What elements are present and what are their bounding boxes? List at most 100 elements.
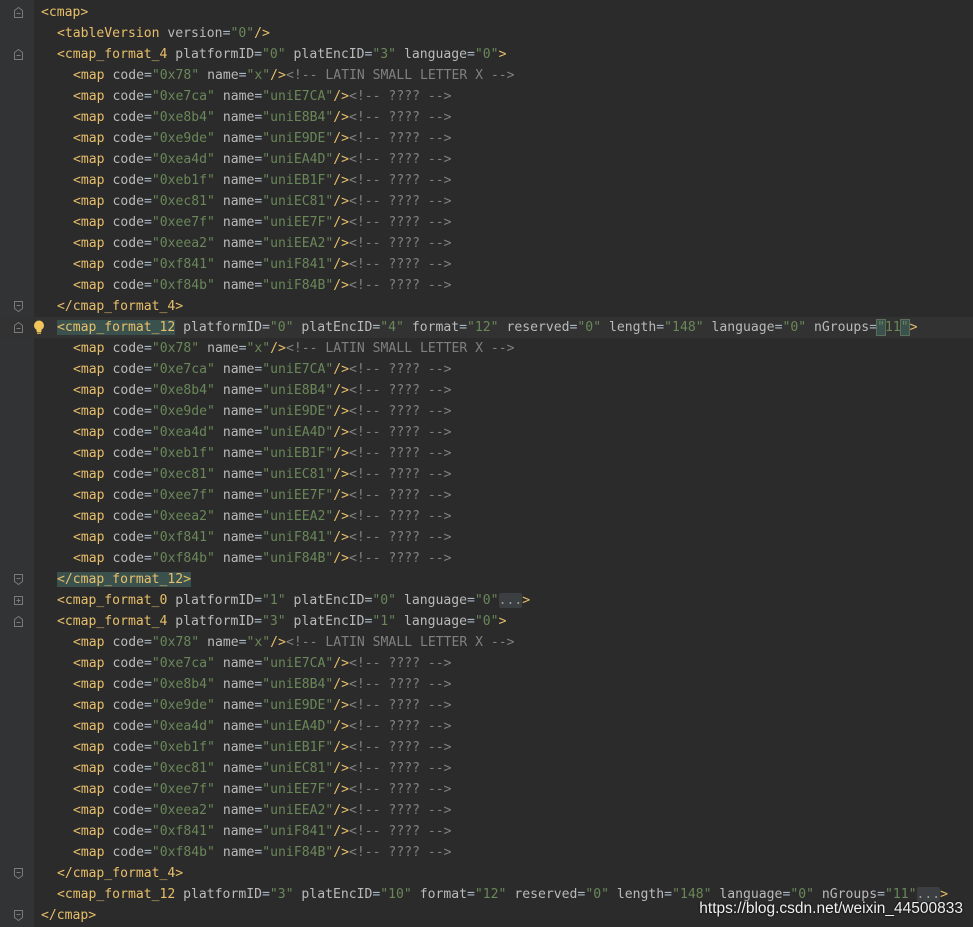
map-line[interactable]: <map code="0x78" name="x"/><!-- LATIN SM…: [0, 632, 973, 653]
fold-minus-icon[interactable]: [14, 7, 23, 18]
code-text[interactable]: <map code="0xe7ca" name="uniE7CA"/><!-- …: [73, 359, 452, 380]
map-line[interactable]: <map code="0xec81" name="uniEC81"/><!-- …: [0, 191, 973, 212]
code-text[interactable]: <cmap_format_4 platformID="0" platEncID=…: [57, 44, 506, 65]
code-text[interactable]: <map code="0xeea2" name="uniEEA2"/><!-- …: [73, 506, 452, 527]
map-line[interactable]: <map code="0xf84b" name="uniF84B"/><!-- …: [0, 275, 973, 296]
map-line[interactable]: <map code="0x78" name="x"/><!-- LATIN SM…: [0, 338, 973, 359]
fold-end-icon[interactable]: [14, 301, 23, 312]
code-text[interactable]: <cmap_format_0 platformID="1" platEncID=…: [57, 590, 530, 611]
map-line[interactable]: <map code="0xeb1f" name="uniEB1F"/><!-- …: [0, 170, 973, 191]
attribute-value: "1": [372, 614, 397, 629]
map-line[interactable]: <map code="0xea4d" name="uniEA4D"/><!-- …: [0, 149, 973, 170]
code-text[interactable]: <map code="0xe8b4" name="uniE8B4"/><!-- …: [73, 674, 452, 695]
code-text[interactable]: <map code="0xea4d" name="uniEA4D"/><!-- …: [73, 716, 452, 737]
code-text[interactable]: <map code="0xe9de" name="uniE9DE"/><!-- …: [73, 128, 452, 149]
code-text[interactable]: <map code="0xec81" name="uniEC81"/><!-- …: [73, 191, 452, 212]
fold-minus-icon[interactable]: [14, 322, 23, 333]
code-text[interactable]: </cmap_format_12>: [57, 569, 192, 590]
map-line[interactable]: <map code="0x78" name="x"/><!-- LATIN SM…: [0, 65, 973, 86]
code-text[interactable]: <map code="0xeea2" name="uniEEA2"/><!-- …: [73, 800, 452, 821]
code-text[interactable]: <map code="0xeb1f" name="uniEB1F"/><!-- …: [73, 170, 452, 191]
code-text[interactable]: <map code="0xf841" name="uniF841"/><!-- …: [73, 527, 452, 548]
map-line[interactable]: <map code="0xe7ca" name="uniE7CA"/><!-- …: [0, 653, 973, 674]
subtable-open-line[interactable]: <cmap_format_4 platformID="0" platEncID=…: [0, 44, 973, 65]
subtable-close-line[interactable]: </cmap_format_4>: [0, 296, 973, 317]
code-text[interactable]: <cmap>: [41, 2, 88, 23]
subtable-open-line[interactable]: <cmap_format_4 platformID="3" platEncID=…: [0, 611, 973, 632]
map-line[interactable]: <map code="0xe8b4" name="uniE8B4"/><!-- …: [0, 380, 973, 401]
code-text[interactable]: </cmap_format_4>: [57, 863, 183, 884]
fold-minus-icon[interactable]: [14, 616, 23, 627]
lightbulb-icon[interactable]: [33, 320, 45, 335]
map-line[interactable]: <map code="0xee7f" name="uniEE7F"/><!-- …: [0, 485, 973, 506]
code-text[interactable]: <map code="0xee7f" name="uniEE7F"/><!-- …: [73, 779, 452, 800]
fold-end-icon[interactable]: [14, 910, 23, 921]
code-text[interactable]: <map code="0xe9de" name="uniE9DE"/><!-- …: [73, 695, 452, 716]
code-text[interactable]: <map code="0xe8b4" name="uniE8B4"/><!-- …: [73, 380, 452, 401]
map-line[interactable]: <map code="0xe8b4" name="uniE8B4"/><!-- …: [0, 107, 973, 128]
code-text[interactable]: <map code="0xeb1f" name="uniEB1F"/><!-- …: [73, 737, 452, 758]
map-line[interactable]: <map code="0xf84b" name="uniF84B"/><!-- …: [0, 548, 973, 569]
attribute-name: name: [222, 488, 255, 503]
map-line[interactable]: <map code="0xe9de" name="uniE9DE"/><!-- …: [0, 695, 973, 716]
code-text[interactable]: <map code="0xf84b" name="uniF84B"/><!-- …: [73, 548, 452, 569]
map-line[interactable]: <map code="0xea4d" name="uniEA4D"/><!-- …: [0, 716, 973, 737]
code-text[interactable]: <map code="0x78" name="x"/><!-- LATIN SM…: [73, 338, 515, 359]
code-text[interactable]: <map code="0xec81" name="uniEC81"/><!-- …: [73, 758, 452, 779]
map-line[interactable]: <map code="0xe8b4" name="uniE8B4"/><!-- …: [0, 674, 973, 695]
map-line[interactable]: <map code="0xeea2" name="uniEEA2"/><!-- …: [0, 506, 973, 527]
map-line[interactable]: <map code="0xee7f" name="uniEE7F"/><!-- …: [0, 212, 973, 233]
code-text[interactable]: <map code="0xec81" name="uniEC81"/><!-- …: [73, 464, 452, 485]
fold-plus-icon[interactable]: [14, 595, 23, 606]
code-text[interactable]: </cmap>: [41, 905, 96, 926]
code-text[interactable]: </cmap_format_4>: [57, 296, 183, 317]
map-line[interactable]: <map code="0xeb1f" name="uniEB1F"/><!-- …: [0, 443, 973, 464]
code-text[interactable]: <map code="0xe9de" name="uniE9DE"/><!-- …: [73, 401, 452, 422]
code-text[interactable]: <map code="0xf841" name="uniF841"/><!-- …: [73, 821, 452, 842]
map-line[interactable]: <map code="0xf841" name="uniF841"/><!-- …: [0, 527, 973, 548]
subtable-open-line[interactable]: <cmap_format_12 platformID="0" platEncID…: [0, 317, 973, 338]
subtable-close-line[interactable]: </cmap_format_12>: [0, 569, 973, 590]
xml-comment: <!-- ???? -->: [349, 719, 452, 734]
code-text[interactable]: <map code="0xf84b" name="uniF84B"/><!-- …: [73, 842, 452, 863]
code-text[interactable]: <map code="0xea4d" name="uniEA4D"/><!-- …: [73, 422, 452, 443]
map-line[interactable]: <map code="0xee7f" name="uniEE7F"/><!-- …: [0, 779, 973, 800]
map-line[interactable]: <map code="0xec81" name="uniEC81"/><!-- …: [0, 758, 973, 779]
code-text[interactable]: <map code="0xee7f" name="uniEE7F"/><!-- …: [73, 485, 452, 506]
code-text[interactable]: <map code="0xeea2" name="uniEEA2"/><!-- …: [73, 233, 452, 254]
code-text[interactable]: <map code="0xe8b4" name="uniE8B4"/><!-- …: [73, 107, 452, 128]
map-line[interactable]: <map code="0xe7ca" name="uniE7CA"/><!-- …: [0, 359, 973, 380]
code-text[interactable]: <map code="0x78" name="x"/><!-- LATIN SM…: [73, 632, 515, 653]
fold-minus-icon[interactable]: [14, 49, 23, 60]
map-line[interactable]: <map code="0xf84b" name="uniF84B"/><!-- …: [0, 842, 973, 863]
code-text[interactable]: <map code="0xea4d" name="uniEA4D"/><!-- …: [73, 149, 452, 170]
code-text[interactable]: <map code="0xeb1f" name="uniEB1F"/><!-- …: [73, 443, 452, 464]
cmap-open-line[interactable]: <cmap>: [0, 2, 973, 23]
map-line[interactable]: <map code="0xe9de" name="uniE9DE"/><!-- …: [0, 128, 973, 149]
map-line[interactable]: <map code="0xf841" name="uniF841"/><!-- …: [0, 254, 973, 275]
code-editor[interactable]: <cmap> <tableVersion version="0"/> <cmap_f…: [0, 0, 973, 927]
map-line[interactable]: <map code="0xeea2" name="uniEEA2"/><!-- …: [0, 800, 973, 821]
map-line[interactable]: <map code="0xea4d" name="uniEA4D"/><!-- …: [0, 422, 973, 443]
code-text[interactable]: <map code="0xe7ca" name="uniE7CA"/><!-- …: [73, 653, 452, 674]
fold-end-icon[interactable]: [14, 868, 23, 879]
code-lines[interactable]: <cmap> <tableVersion version="0"/> <cmap_f…: [0, 2, 973, 926]
code-text[interactable]: <cmap_format_4 platformID="3" platEncID=…: [57, 611, 506, 632]
code-text[interactable]: <map code="0xe7ca" name="uniE7CA"/><!-- …: [73, 86, 452, 107]
code-text[interactable]: <cmap_format_12 platformID="0" platEncID…: [57, 317, 918, 338]
subtable-close-line[interactable]: </cmap_format_4>: [0, 863, 973, 884]
code-text[interactable]: <map code="0xee7f" name="uniEE7F"/><!-- …: [73, 212, 452, 233]
map-line[interactable]: <map code="0xeb1f" name="uniEB1F"/><!-- …: [0, 737, 973, 758]
map-line[interactable]: <map code="0xec81" name="uniEC81"/><!-- …: [0, 464, 973, 485]
code-text[interactable]: <map code="0x78" name="x"/><!-- LATIN SM…: [73, 65, 515, 86]
table-version-line[interactable]: <tableVersion version="0"/>: [0, 23, 973, 44]
fold-end-icon[interactable]: [14, 574, 23, 585]
code-text[interactable]: <map code="0xf841" name="uniF841"/><!-- …: [73, 254, 452, 275]
map-line[interactable]: <map code="0xe9de" name="uniE9DE"/><!-- …: [0, 401, 973, 422]
code-text[interactable]: <map code="0xf84b" name="uniF84B"/><!-- …: [73, 275, 452, 296]
subtable-open-line[interactable]: <cmap_format_0 platformID="1" platEncID=…: [0, 590, 973, 611]
map-line[interactable]: <map code="0xe7ca" name="uniE7CA"/><!-- …: [0, 86, 973, 107]
map-line[interactable]: <map code="0xf841" name="uniF841"/><!-- …: [0, 821, 973, 842]
code-text[interactable]: <tableVersion version="0"/>: [57, 23, 270, 44]
map-line[interactable]: <map code="0xeea2" name="uniEEA2"/><!-- …: [0, 233, 973, 254]
